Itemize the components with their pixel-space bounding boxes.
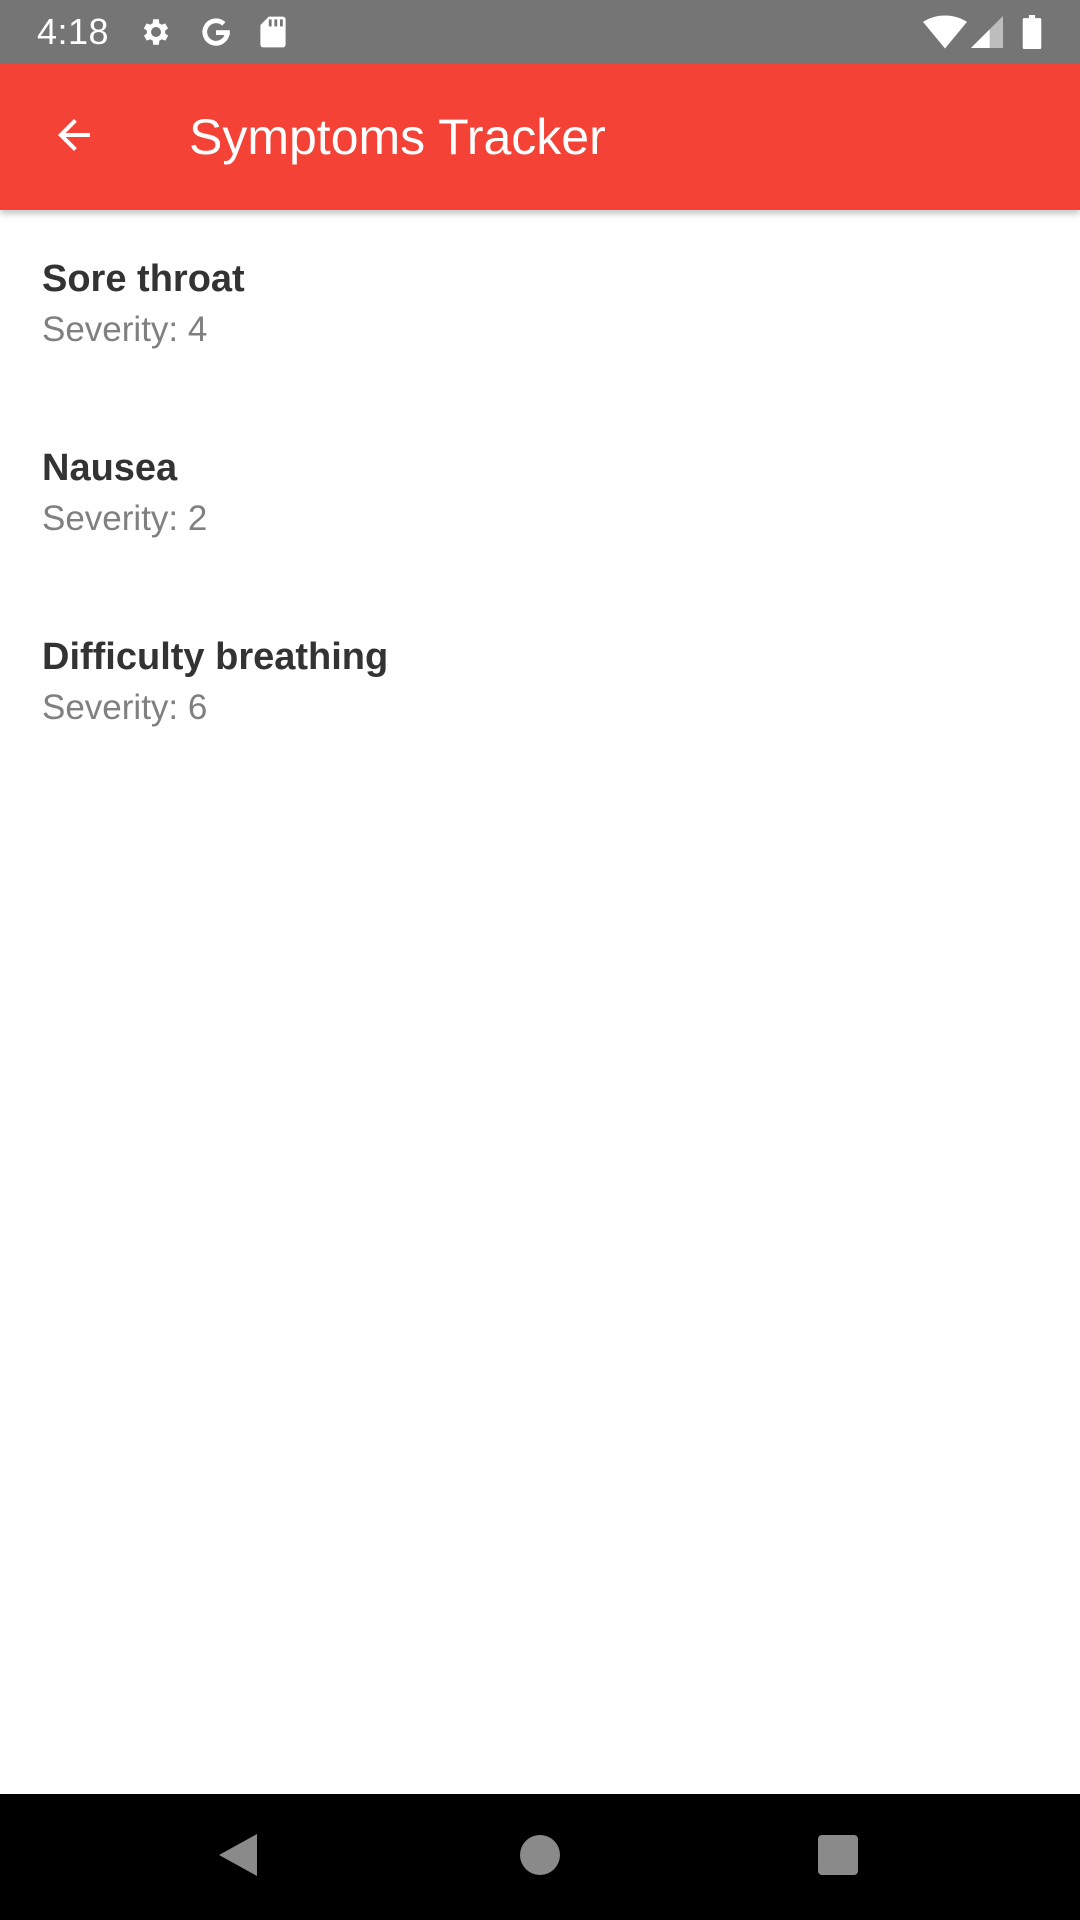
google-icon	[196, 14, 236, 50]
recents-square-icon	[818, 1834, 858, 1880]
status-bar: 4:18	[0, 0, 1080, 63]
battery-icon	[1020, 14, 1044, 50]
symptom-list: Sore throat Severity: 4 Nausea Severity:…	[0, 210, 1080, 777]
nav-recents-button[interactable]	[798, 1817, 878, 1897]
symptom-name: Sore throat	[42, 258, 245, 300]
symptom-severity: Severity: 2	[42, 499, 208, 538]
sd-card-icon	[258, 14, 288, 50]
wifi-icon	[922, 14, 968, 50]
back-triangle-icon	[217, 1832, 259, 1883]
arrow-back-icon	[50, 111, 98, 164]
list-item[interactable]: Sore throat Severity: 4	[0, 210, 1080, 399]
symptom-severity: Severity: 6	[42, 688, 208, 727]
status-time: 4:18	[37, 11, 110, 52]
list-item[interactable]: Nausea Severity: 2	[0, 399, 1080, 588]
app-bar: Symptoms Tracker	[0, 63, 1080, 210]
nav-back-button[interactable]	[198, 1817, 278, 1897]
navigation-bar	[0, 1794, 1080, 1920]
screen: 4:18 Symptoms Tracker Sore throat Severi…	[0, 0, 1080, 1920]
nav-home-button[interactable]	[500, 1817, 580, 1897]
symptom-name: Difficulty breathing	[42, 636, 389, 678]
back-button[interactable]	[30, 93, 118, 181]
list-item[interactable]: Difficulty breathing Severity: 6	[0, 588, 1080, 777]
symptom-severity: Severity: 4	[42, 310, 208, 349]
signal-icon	[970, 14, 1004, 50]
page-title: Symptoms Tracker	[189, 109, 606, 165]
gear-icon	[138, 14, 174, 50]
home-circle-icon	[520, 1834, 560, 1880]
symptom-name: Nausea	[42, 447, 178, 489]
